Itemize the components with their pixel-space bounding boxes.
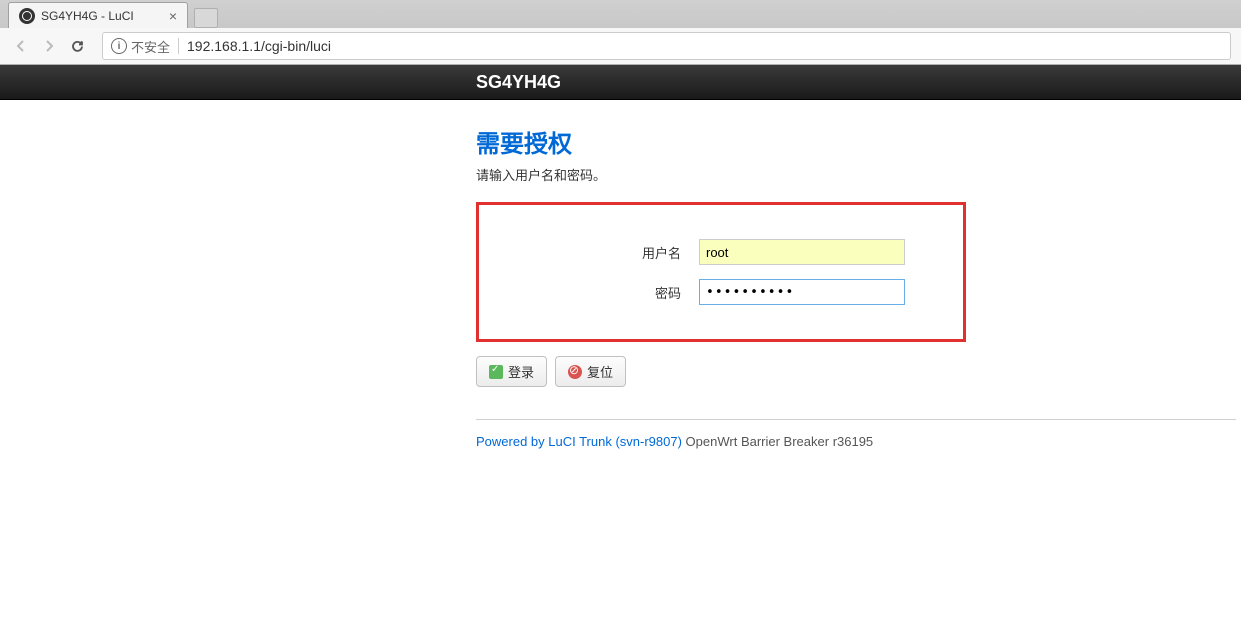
auth-subtext: 请输入用户名和密码。 [476,165,1236,184]
page-title: SG4YH4G [476,72,561,93]
new-tab-button[interactable] [194,8,218,28]
password-label: 密码 [509,283,699,302]
info-icon: i [111,38,127,54]
reset-button[interactable]: 复位 [555,356,626,387]
reload-button[interactable] [66,35,88,57]
username-input[interactable] [699,239,905,265]
browser-chrome: SG4YH4G - LuCI × i 不安全 192.168.1.1/cgi-b… [0,0,1241,65]
tab-favicon-icon [19,8,35,24]
forward-button[interactable] [38,35,60,57]
reset-button-label: 复位 [587,362,613,381]
password-input[interactable] [699,279,905,305]
tab-bar: SG4YH4G - LuCI × [0,0,1241,28]
login-button-label: 登录 [508,362,534,381]
luci-link[interactable]: Powered by LuCI Trunk (svn-r9807) [476,434,682,449]
close-tab-icon[interactable]: × [169,8,177,24]
browser-toolbar: i 不安全 192.168.1.1/cgi-bin/luci [0,28,1241,64]
button-row: 登录 复位 [476,356,1236,387]
back-button[interactable] [10,35,32,57]
reset-icon [568,365,582,379]
password-row: 密码 [509,279,933,305]
username-row: 用户名 [509,239,933,265]
footer: Powered by LuCI Trunk (svn-r9807) OpenWr… [476,419,1236,449]
address-bar[interactable]: i 不安全 192.168.1.1/cgi-bin/luci [102,32,1231,60]
version-text: OpenWrt Barrier Breaker r36195 [682,434,873,449]
browser-tab[interactable]: SG4YH4G - LuCI × [8,2,188,28]
divider [178,38,179,54]
main-content: 需要授权 请输入用户名和密码。 用户名 密码 登录 复位 Powered by … [476,100,1236,449]
username-label: 用户名 [509,243,699,262]
url-text: 192.168.1.1/cgi-bin/luci [187,38,331,54]
check-icon [489,365,503,379]
security-label: 不安全 [131,37,170,56]
login-form-highlighted: 用户名 密码 [476,202,966,342]
tab-title: SG4YH4G - LuCI [41,9,161,23]
login-button[interactable]: 登录 [476,356,547,387]
auth-heading: 需要授权 [476,124,1236,159]
page-header: SG4YH4G [0,65,1241,100]
